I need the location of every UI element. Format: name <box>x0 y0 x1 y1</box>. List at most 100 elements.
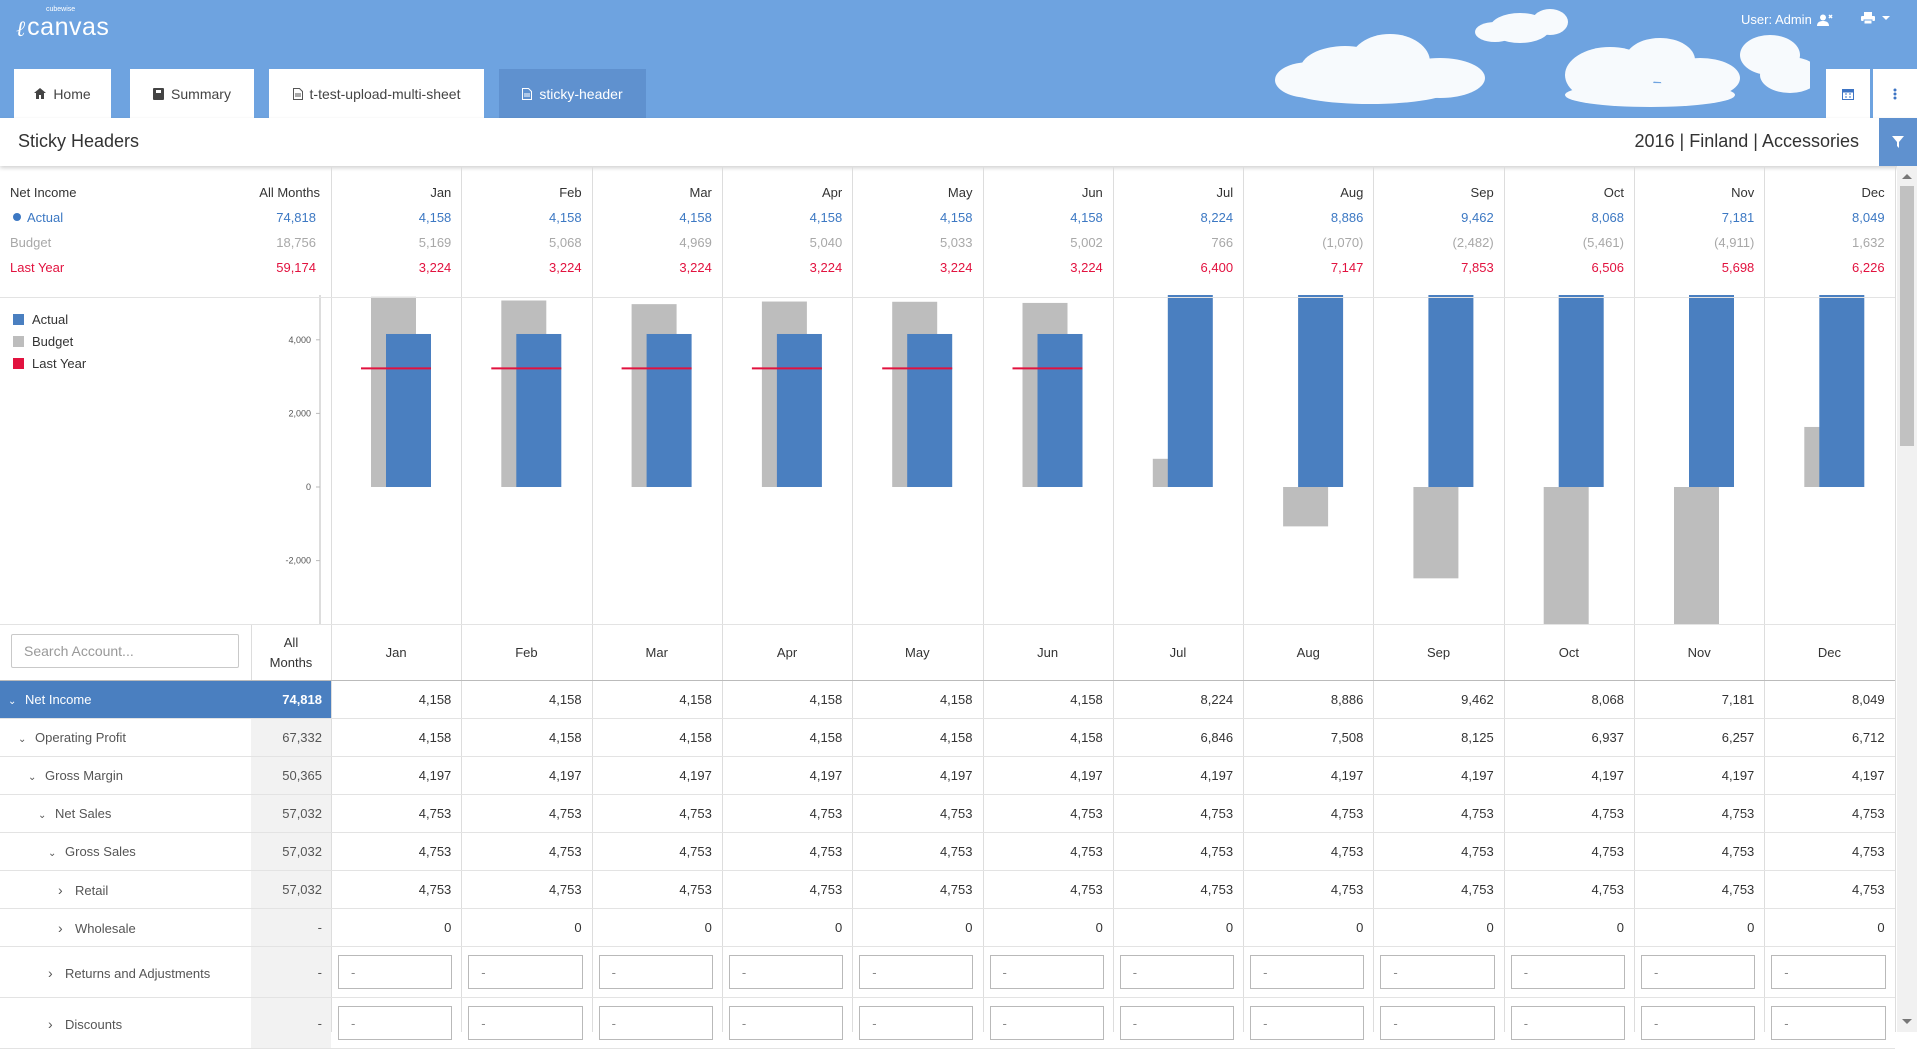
column-divider <box>1243 166 1244 624</box>
value-input[interactable]: - <box>728 1006 844 1040</box>
row-value: 6,937 <box>1591 730 1624 745</box>
value-input[interactable]: - <box>1380 955 1495 989</box>
row-value: 4,753 <box>1591 844 1624 859</box>
chevron-down-icon[interactable]: ⌄ <box>38 810 48 821</box>
chevron-down-icon[interactable]: ⌄ <box>8 696 18 707</box>
account-row-label[interactable]: ⌄ Gross Sales <box>48 844 136 859</box>
value-input[interactable]: - <box>1510 1006 1625 1040</box>
row-total: 57,032 <box>282 806 322 821</box>
row-value: 4,753 <box>939 806 973 821</box>
row-total: - <box>317 920 322 935</box>
value-input[interactable]: - <box>468 1006 583 1040</box>
row-value: 4,753 <box>1330 882 1364 897</box>
all-months-header-line2: Months <box>269 655 313 670</box>
chevron-right-icon[interactable]: › <box>48 1016 58 1032</box>
chevron-down-icon[interactable]: ⌄ <box>48 848 58 859</box>
grid-month-header: Sep <box>1426 645 1451 660</box>
row-value: 0 <box>1356 920 1364 935</box>
account-row-label[interactable]: ⌄ Net Income <box>8 692 91 707</box>
account-row-label[interactable]: › Returns and Adjustments <box>48 965 210 981</box>
row-value: 8,125 <box>1461 730 1494 745</box>
row-value: 4,753 <box>939 844 973 859</box>
value-input[interactable]: - <box>989 955 1104 989</box>
row-value: 4,158 <box>549 730 582 745</box>
row-value: 6,846 <box>1200 730 1234 745</box>
row-total: 57,032 <box>282 844 322 859</box>
value-input[interactable]: - <box>1119 1006 1235 1040</box>
row-value: 4,753 <box>418 806 452 821</box>
account-row-label[interactable]: › Wholesale <box>58 920 136 936</box>
column-divider <box>461 166 462 624</box>
scrollbar-thumb[interactable] <box>1900 186 1914 446</box>
chevron-right-icon[interactable]: › <box>58 920 68 936</box>
row-label: Returns and Adjustments <box>65 965 211 981</box>
value-input[interactable]: - <box>598 955 713 989</box>
row-value: 4,753 <box>1721 844 1755 859</box>
row-label: Wholesale <box>75 921 136 936</box>
grid-month-header: Oct <box>1558 645 1579 660</box>
row-value: 4,158 <box>679 692 712 707</box>
scrollbar[interactable] <box>1897 166 1917 1032</box>
row-total: 50,365 <box>282 768 322 783</box>
row-value: 0 <box>1486 920 1494 935</box>
account-row-label[interactable]: ⌄ Operating Profit <box>18 730 126 745</box>
value-input[interactable]: - <box>1641 955 1756 989</box>
chevron-right-icon[interactable]: › <box>58 882 68 898</box>
value-input[interactable]: - <box>1380 1006 1495 1040</box>
row-value: 4,158 <box>549 692 582 707</box>
row-value: 4,158 <box>418 692 452 707</box>
row-value: 4,158 <box>939 730 973 745</box>
row-value: 7,181 <box>1721 692 1755 707</box>
value-input[interactable]: - <box>1771 955 1886 989</box>
column-divider <box>1113 166 1114 624</box>
column-divider <box>331 166 332 624</box>
column-divider <box>983 166 984 624</box>
value-input[interactable]: - <box>1250 955 1365 989</box>
account-row-label[interactable]: › Retail <box>58 882 108 898</box>
row-value: 4,753 <box>549 806 582 821</box>
row-value: 4,197 <box>809 768 843 783</box>
value-input[interactable]: - <box>1119 955 1235 989</box>
value-input[interactable]: - <box>468 955 583 989</box>
row-value: 4,753 <box>1852 844 1885 859</box>
value-input[interactable]: - <box>859 1006 974 1040</box>
value-input[interactable]: - <box>1641 1006 1756 1040</box>
grid-month-header: Jun <box>1037 645 1059 660</box>
row-value: 4,753 <box>939 882 973 897</box>
value-input[interactable]: - <box>859 955 974 989</box>
value-input[interactable]: - <box>338 1006 453 1040</box>
row-value: 0 <box>1747 920 1755 935</box>
value-input[interactable]: - <box>728 955 844 989</box>
row-value: 4,158 <box>1070 692 1103 707</box>
account-row-label[interactable]: › Discounts <box>48 1016 122 1032</box>
row-value: 0 <box>1095 920 1103 935</box>
summary-divider <box>0 297 1895 298</box>
row-value: 0 <box>1877 920 1885 935</box>
row-value: 0 <box>965 920 973 935</box>
row-label: Net Income <box>25 692 92 707</box>
value-input[interactable]: - <box>1510 955 1625 989</box>
row-value: 4,158 <box>939 692 973 707</box>
account-row-label[interactable]: ⌄ Net Sales <box>38 806 111 821</box>
account-row-label[interactable]: ⌄ Gross Margin <box>28 768 123 783</box>
row-value: 4,753 <box>1330 844 1364 859</box>
row-value: 0 <box>574 920 582 935</box>
chevron-right-icon[interactable]: › <box>48 965 58 981</box>
row-value: 4,753 <box>1852 806 1885 821</box>
row-total: - <box>317 1015 322 1031</box>
chevron-down-icon[interactable]: ⌄ <box>28 772 38 783</box>
chevron-down-icon[interactable]: ⌄ <box>18 734 28 745</box>
value-input[interactable]: - <box>1771 1006 1886 1040</box>
account-grid: All Months Jan Feb Mar Apr May Jun Jul Aug Sep Oct N… <box>0 0 1896 1049</box>
row-value: 8,049 <box>1852 692 1885 707</box>
row-value: 4,753 <box>1070 844 1103 859</box>
column-divider <box>592 166 593 624</box>
value-input[interactable]: - <box>598 1006 713 1040</box>
value-input[interactable]: - <box>989 1006 1104 1040</box>
row-value: 4,753 <box>1070 882 1103 897</box>
row-value: 4,158 <box>1070 730 1103 745</box>
row-value: 0 <box>704 920 712 935</box>
value-input[interactable]: - <box>1250 1006 1365 1040</box>
row-value: 4,158 <box>809 692 843 707</box>
value-input[interactable]: - <box>338 955 453 989</box>
